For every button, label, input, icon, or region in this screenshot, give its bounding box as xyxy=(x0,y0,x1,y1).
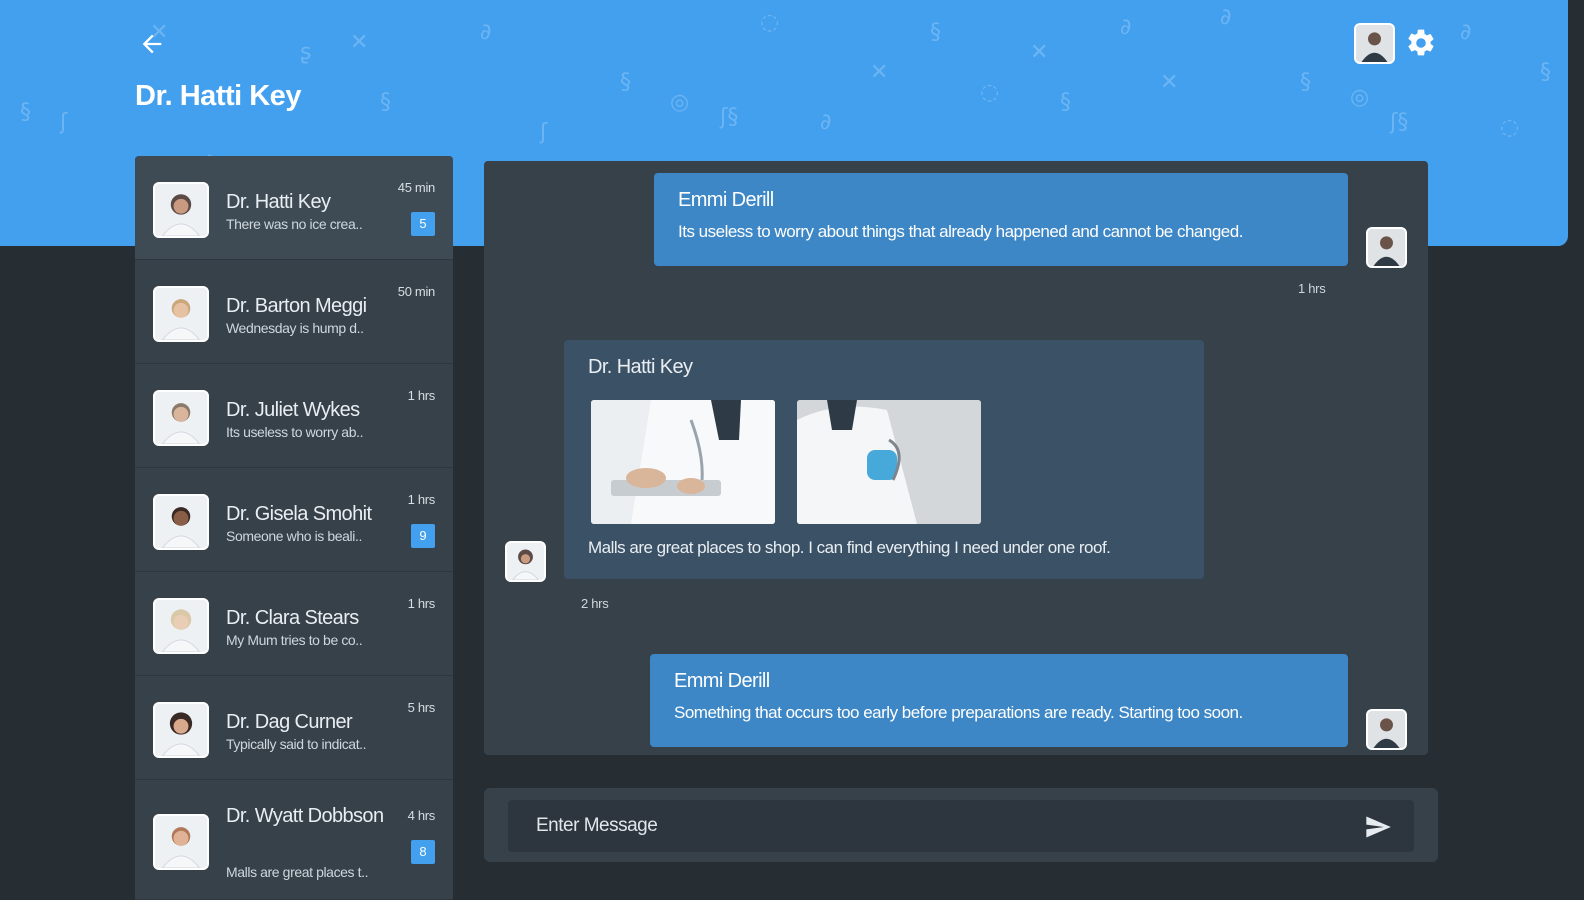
message-sender: Emmi Derill xyxy=(674,670,770,692)
contact-name: Dr. Juliet Wykes xyxy=(226,399,360,421)
chat-panel: Emmi Derill Its useless to worry about t… xyxy=(484,161,1428,755)
send-icon[interactable] xyxy=(1364,813,1392,841)
contact-name: Dr. Hatti Key xyxy=(226,191,331,213)
message-sender: Emmi Derill xyxy=(678,189,774,211)
message-composer xyxy=(484,788,1438,862)
contact-time: 45 min xyxy=(397,180,436,195)
message-text: Its useless to worry about things that a… xyxy=(678,222,1243,241)
contact-name: Dr. Dag Curner xyxy=(226,711,353,733)
contact-item[interactable]: Dr. Dag Curner Typically said to indicat… xyxy=(135,676,453,780)
message-text: Something that occurs too early before p… xyxy=(674,703,1243,722)
contact-time: 1 hrs xyxy=(407,596,436,611)
avatar xyxy=(153,286,209,342)
contact-preview: My Mum tries to be co.. xyxy=(226,632,363,648)
user-avatar[interactable] xyxy=(1354,23,1395,64)
contact-preview: Typically said to indicat.. xyxy=(226,736,367,752)
avatar xyxy=(153,390,209,446)
avatar xyxy=(153,814,209,870)
gear-icon[interactable] xyxy=(1405,27,1437,59)
sender-avatar xyxy=(505,541,546,582)
unread-badge: 9 xyxy=(411,524,435,548)
message-sender: Dr. Hatti Key xyxy=(588,356,693,378)
contact-preview: Wednesday is hump d.. xyxy=(226,320,364,336)
contact-name: Dr. Clara Stears xyxy=(226,607,359,629)
contact-item[interactable]: Dr. Barton Meggi Wednesday is hump d.. 5… xyxy=(135,260,453,364)
message-bubble-incoming: Dr. Hatti Key Malls are great places to xyxy=(564,340,1204,579)
unread-badge: 5 xyxy=(411,212,435,236)
message-time: 2 hrs xyxy=(581,596,609,611)
contact-name: Dr. Barton Meggi xyxy=(226,295,367,317)
contact-time: 1 hrs xyxy=(407,388,436,403)
contact-item[interactable]: Dr. Hatti Key There was no ice crea.. 45… xyxy=(135,156,453,260)
contact-item[interactable]: Dr. Wyatt Dobbson Malls are great places… xyxy=(135,780,453,900)
contact-preview: Malls are great places t.. xyxy=(226,864,369,880)
message-text: Malls are great places to shop. I can fi… xyxy=(588,538,1111,557)
avatar xyxy=(153,702,209,758)
contact-item[interactable]: Dr. Juliet Wykes Its useless to worry ab… xyxy=(135,364,453,468)
contact-time: 5 hrs xyxy=(407,700,436,715)
contact-preview: Someone who is beali.. xyxy=(226,528,362,544)
contact-item[interactable]: Dr. Clara Stears My Mum tries to be co..… xyxy=(135,572,453,676)
attached-image[interactable] xyxy=(797,400,981,524)
contact-list: Dr. Hatti Key There was no ice crea.. 45… xyxy=(135,156,453,900)
contact-time: 50 min xyxy=(397,284,436,299)
message-input-container xyxy=(508,800,1414,852)
message-input[interactable] xyxy=(536,800,1336,852)
page-title: Dr. Hatti Key xyxy=(135,80,301,112)
unread-badge: 8 xyxy=(411,840,435,864)
contact-name: Dr. Wyatt Dobbson xyxy=(226,805,384,827)
message-bubble-outgoing: Emmi Derill Its useless to worry about t… xyxy=(654,173,1348,266)
contact-item[interactable]: Dr. Gisela Smohit Someone who is beali..… xyxy=(135,468,453,572)
message-time: 1 hrs xyxy=(1298,281,1326,296)
contact-preview: There was no ice crea.. xyxy=(226,216,363,232)
avatar xyxy=(153,182,209,238)
avatar xyxy=(153,598,209,654)
arrow-left-icon[interactable] xyxy=(138,30,166,58)
contact-preview: Its useless to worry ab.. xyxy=(226,424,364,440)
message-bubble-outgoing: Emmi Derill Something that occurs too ea… xyxy=(650,654,1348,747)
contact-time: 1 hrs xyxy=(407,492,436,507)
contact-time: 4 hrs xyxy=(407,808,436,823)
contact-name: Dr. Gisela Smohit xyxy=(226,503,372,525)
sender-avatar xyxy=(1366,227,1407,268)
avatar xyxy=(153,494,209,550)
sender-avatar xyxy=(1366,709,1407,750)
attached-image[interactable] xyxy=(591,400,775,524)
